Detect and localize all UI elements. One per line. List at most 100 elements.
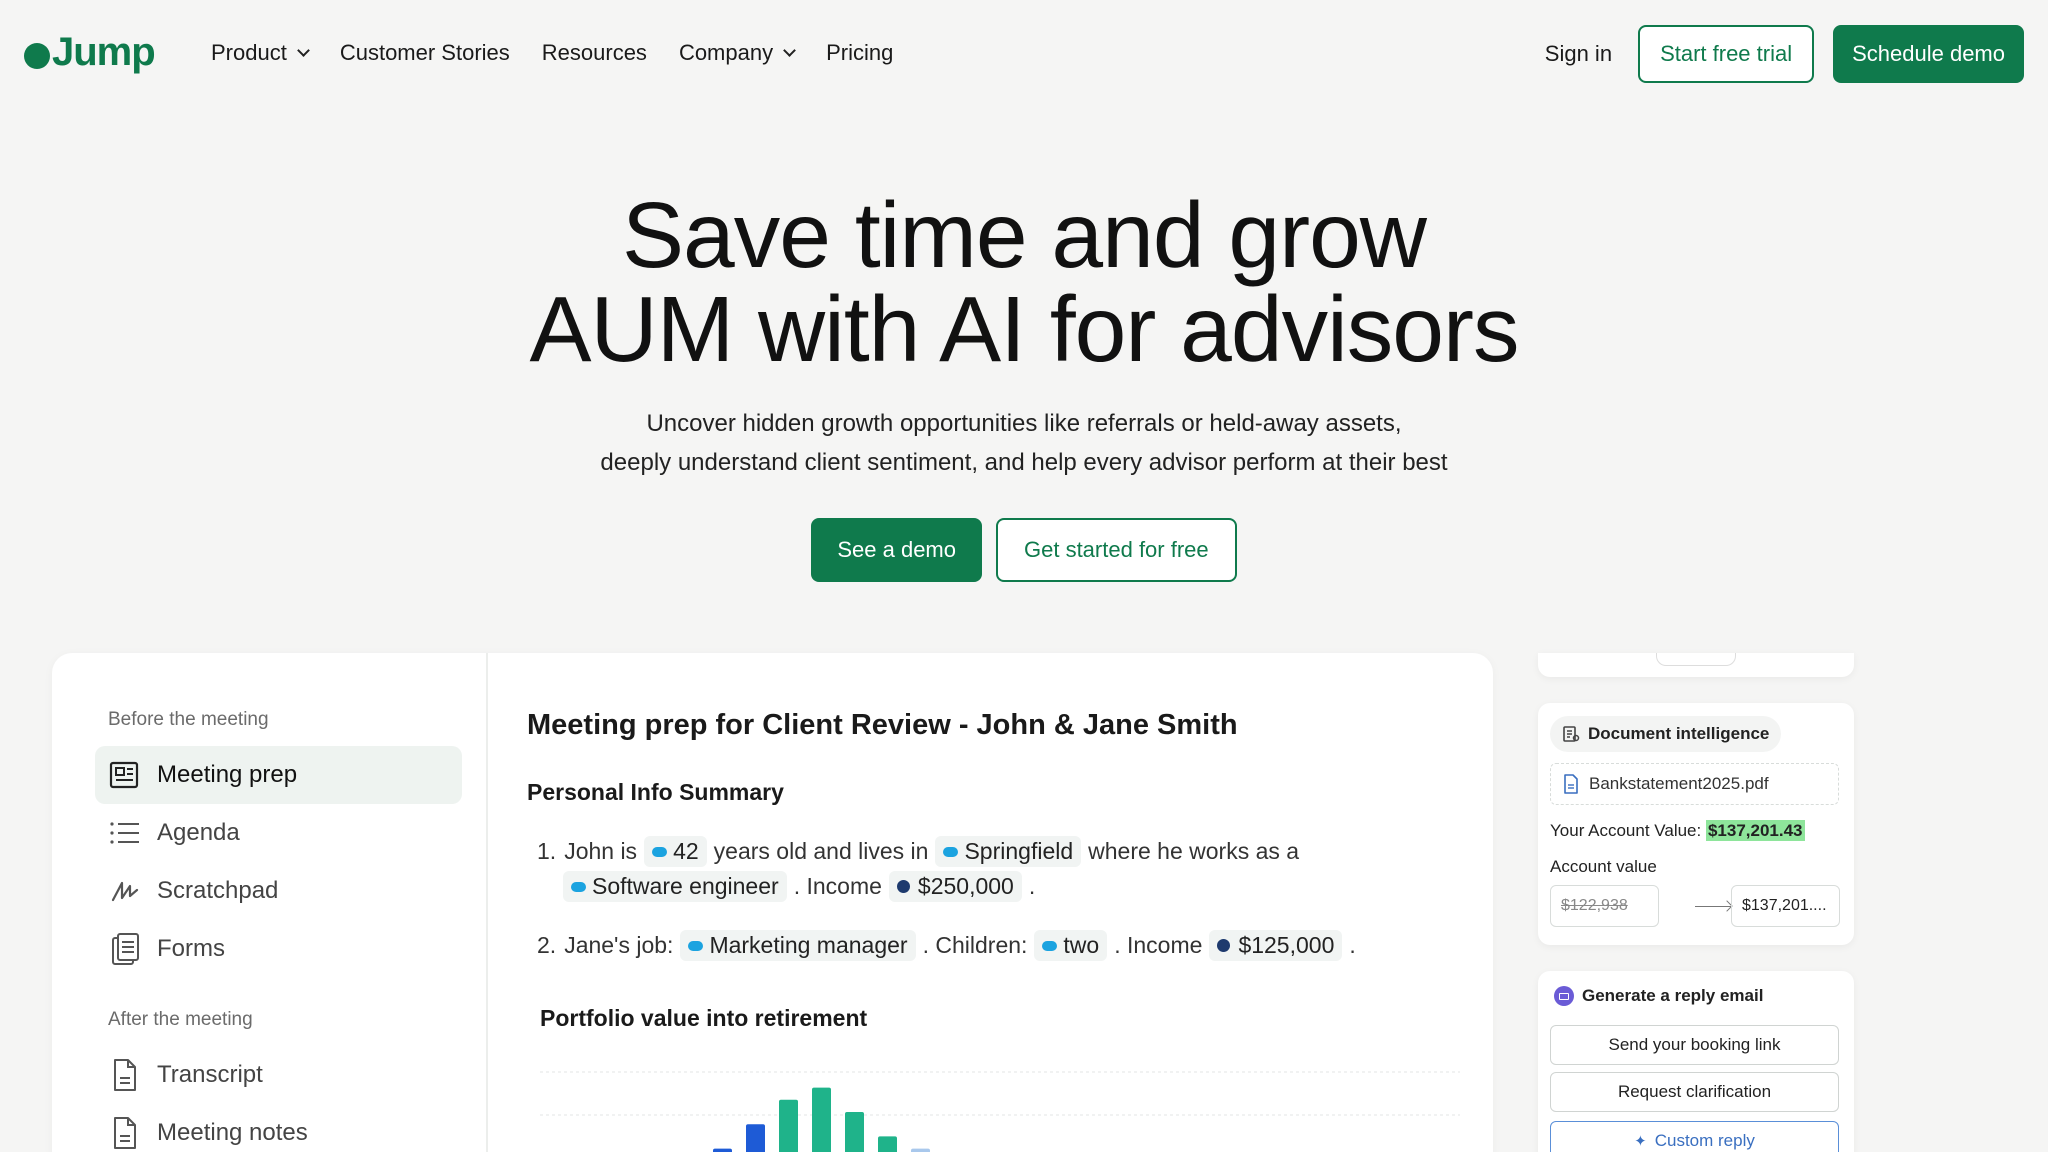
summary-text: . (1349, 932, 1356, 958)
summary-text: . Income (793, 873, 882, 899)
nav-product[interactable]: Product (211, 40, 310, 66)
summary-text: years old and lives in (713, 838, 929, 864)
salesforce-icon (652, 846, 668, 857)
crm-chip-city[interactable]: Springfield (935, 836, 1082, 867)
hero-cta-group: See a demo Get started for free (0, 518, 2048, 582)
crm-chip-age[interactable]: 42 (644, 836, 707, 867)
file-icon (1564, 774, 1578, 794)
document-intelligence-badge: Document intelligence (1550, 716, 1782, 752)
badge-label: Document intelligence (1588, 724, 1770, 743)
email-icon (1554, 986, 1574, 1006)
chart-bars (713, 1087, 930, 1152)
sidebar-item-forms[interactable]: Forms (95, 920, 462, 978)
chart-bar (878, 1136, 897, 1152)
sparkle-icon: ✦ (1634, 1133, 1647, 1150)
logo-text: Jump (52, 30, 156, 74)
old-value: $122,938 (1561, 897, 1628, 914)
sidebar-item-agenda[interactable]: Agenda (95, 804, 462, 862)
summary-item-2: 2. Jane's job: Marketing manager . Child… (537, 930, 1356, 961)
chart-bar (746, 1124, 765, 1152)
new-value-field[interactable]: $137,201.... (1731, 885, 1840, 927)
get-started-button[interactable]: Get started for free (996, 518, 1237, 582)
chart-bar (779, 1099, 798, 1152)
nav-actions: Sign in Start free trial Schedule demo (1545, 25, 2024, 83)
sidebar-item-scratchpad[interactable]: Scratchpad (95, 862, 462, 920)
document-intelligence-card: Document intelligence Bankstatement2025.… (1538, 703, 1854, 945)
reply-email-heading: Generate a reply email (1554, 986, 1763, 1006)
custom-reply-label: Custom reply (1654, 1131, 1755, 1150)
summary-text: . (1028, 873, 1036, 899)
crm-chip-job[interactable]: Software engineer (563, 871, 787, 902)
arrow-right-icon (1695, 906, 1731, 907)
salesforce-icon (571, 881, 586, 892)
hero-subtitle-line1: Uncover hidden growth opportunities like… (646, 410, 1402, 437)
nav-resources[interactable]: Resources (542, 40, 647, 66)
chart-bar (845, 1112, 864, 1152)
nav-pricing[interactable]: Pricing (826, 40, 893, 66)
doc-scan-icon (1563, 726, 1580, 742)
salesforce-icon (943, 846, 959, 857)
sidebar-item-label: Meeting prep (157, 761, 298, 788)
jump-logo[interactable]: Jump (24, 30, 156, 75)
nav-company-label: Company (678, 40, 774, 65)
account-value-field-label: Account value (1550, 857, 1657, 876)
meeting-sidebar: Before the meeting Meeting prep Agenda S… (52, 653, 488, 1152)
portfolio-bar-chart (540, 1071, 1460, 1152)
meeting-prep-title: Meeting prep for Client Review - John & … (527, 709, 1238, 741)
crm-chip-children[interactable]: two (1034, 930, 1108, 961)
chip-value: $125,000 (1238, 932, 1335, 958)
chip-value: Marketing manager (709, 932, 908, 958)
chart-bar (812, 1087, 831, 1152)
logo-dot (24, 42, 50, 69)
signin-link[interactable]: Sign in (1545, 41, 1612, 67)
summary-text: . Income (1114, 932, 1203, 958)
top-navbar: Jump Product Customer Stories Resources … (0, 0, 2048, 110)
summary-text: Jane's job: (564, 932, 674, 958)
custodian-icon (896, 880, 910, 893)
chip-value: Springfield (964, 838, 1074, 864)
sidebar-item-transcript[interactable]: Transcript (95, 1046, 462, 1104)
request-clarification-button[interactable]: Request clarification (1550, 1072, 1839, 1112)
list-icon (109, 817, 141, 849)
start-trial-button[interactable]: Start free trial (1638, 25, 1815, 83)
custodian-chip-income[interactable]: $250,000 (888, 871, 1022, 902)
attached-file[interactable]: Bankstatement2025.pdf (1550, 763, 1839, 805)
account-value-label: Your Account Value: (1550, 821, 1702, 840)
send-booking-link-button[interactable]: Send your booking link (1550, 1025, 1839, 1065)
sidebar-item-label: Agenda (157, 819, 240, 846)
summary-text: John is (564, 838, 638, 864)
nav-links: Product Customer Stories Resources Compa… (211, 40, 925, 66)
personal-info-heading: Personal Info Summary (527, 779, 784, 805)
reply-email-card: Generate a reply email Send your booking… (1538, 971, 1854, 1152)
chip-value: two (1063, 932, 1100, 958)
chip-value: 42 (673, 838, 699, 864)
portfolio-chart-title: Portfolio value into retirement (540, 1005, 868, 1031)
chart-bar (713, 1148, 732, 1152)
nav-customer-stories-label: Customer Stories (339, 40, 510, 65)
custodian-chip-jane-income[interactable]: $125,000 (1209, 930, 1343, 961)
sidebar-item-meeting-notes[interactable]: Meeting notes (95, 1104, 462, 1152)
nav-company[interactable]: Company (678, 40, 796, 66)
hero-subtitle: Uncover hidden growth opportunities like… (0, 404, 2048, 482)
sidebar-item-label: Scratchpad (157, 877, 279, 904)
sidebar-item-meeting-prep[interactable]: Meeting prep (95, 746, 462, 804)
nav-customer-stories[interactable]: Customer Stories (340, 40, 510, 66)
sidebar-item-label: Meeting notes (157, 1119, 308, 1146)
newspaper-icon (109, 759, 141, 791)
new-value: $137,201.... (1742, 897, 1827, 914)
list-number: 2. (537, 932, 557, 958)
custom-reply-button[interactable]: ✦ Custom reply (1550, 1121, 1839, 1152)
before-meeting-heading: Before the meeting (108, 709, 269, 730)
summary-text: where he works as a (1088, 838, 1300, 864)
hero-title-line2: AUM with AI for advisors (529, 277, 1520, 381)
crm-chip-jane-job[interactable]: Marketing manager (680, 930, 916, 961)
document-icon (109, 1059, 141, 1091)
reply-heading-label: Generate a reply email (1582, 986, 1764, 1005)
product-preview-card: Before the meeting Meeting prep Agenda S… (52, 653, 1493, 1152)
chevron-down-icon (296, 44, 310, 57)
chevron-down-icon (783, 44, 796, 57)
sidebar-item-label: Transcript (157, 1061, 263, 1088)
chart-bar (911, 1148, 930, 1152)
schedule-demo-button[interactable]: Schedule demo (1833, 25, 2024, 83)
see-demo-button[interactable]: See a demo (811, 518, 982, 582)
